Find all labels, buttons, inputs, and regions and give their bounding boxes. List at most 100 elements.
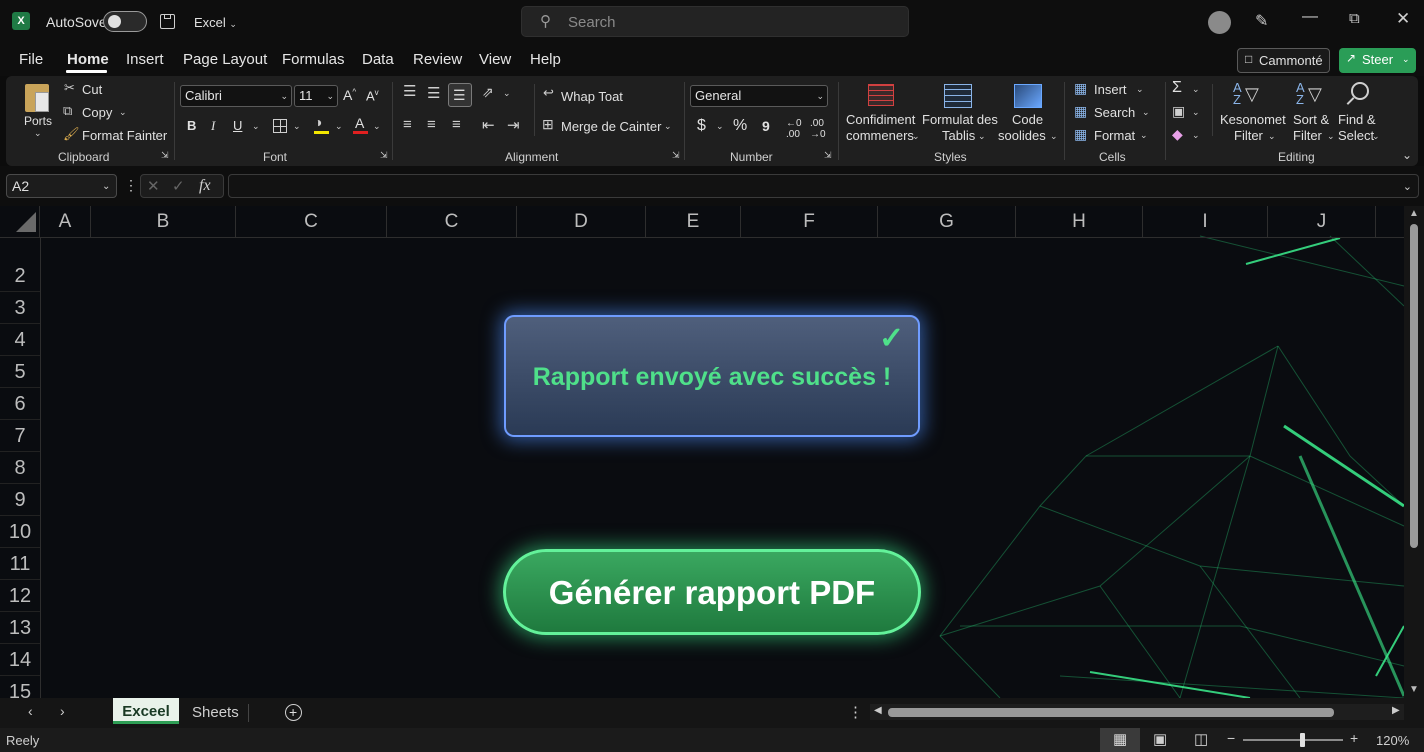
format-as-table-button[interactable]: Formulat des Tablis ⌄ bbox=[920, 80, 998, 146]
row-header-8[interactable]: 8 bbox=[0, 452, 40, 484]
zoom-slider-thumb[interactable] bbox=[1300, 733, 1305, 747]
currency-button[interactable]: $ bbox=[697, 117, 706, 135]
increase-decimal-icon[interactable]: ←0.00 bbox=[786, 118, 802, 140]
align-bottom-button[interactable]: ☰ bbox=[448, 83, 472, 107]
horizontal-scroll-thumb[interactable] bbox=[888, 708, 1334, 717]
zoom-in-icon[interactable]: + bbox=[1350, 730, 1358, 746]
fill-color-icon[interactable]: ◑ bbox=[314, 114, 322, 130]
menu-help[interactable]: Help bbox=[530, 51, 561, 68]
underline-button[interactable]: U bbox=[233, 118, 242, 133]
chevron-down-icon[interactable]: ⌄ bbox=[1136, 84, 1144, 95]
font-name-select[interactable]: Calibri ⌄ bbox=[180, 85, 292, 107]
cancel-entry-icon[interactable]: ✕ bbox=[147, 177, 160, 195]
chevron-down-icon[interactable]: ⌄ bbox=[293, 121, 301, 132]
row-header-5[interactable]: 5 bbox=[0, 356, 40, 388]
restore-icon[interactable]: ⧉ bbox=[1349, 10, 1360, 27]
menu-home[interactable]: Home bbox=[67, 51, 109, 68]
name-box[interactable]: A2 ⌄ bbox=[6, 174, 117, 198]
avatar[interactable] bbox=[1208, 11, 1231, 34]
column-header-c2[interactable]: C bbox=[387, 206, 517, 238]
column-header-j[interactable]: J bbox=[1268, 206, 1376, 238]
chevron-down-icon[interactable]: ⌄ bbox=[119, 107, 127, 118]
chevron-down-icon[interactable]: ⌄ bbox=[373, 121, 381, 132]
sort-filter-button-1[interactable]: AZ ▽ Kesonomet Filter ⌄ bbox=[1218, 80, 1286, 146]
comma-button[interactable]: 9 bbox=[762, 118, 770, 134]
share-button[interactable]: ↗ Steer ⌄ bbox=[1339, 48, 1416, 73]
italic-button[interactable]: I bbox=[211, 118, 215, 134]
fill-icon[interactable]: ▣ bbox=[1172, 103, 1185, 120]
wrap-text-icon[interactable]: ↩ bbox=[543, 85, 554, 101]
dialog-launcher-icon[interactable]: ⇲ bbox=[824, 150, 832, 161]
scroll-down-icon[interactable]: ▼ bbox=[1409, 684, 1419, 695]
column-header-a[interactable]: A bbox=[40, 206, 91, 238]
chevron-down-icon[interactable]: ⌄ bbox=[1192, 84, 1200, 95]
chevron-down-icon[interactable]: ⌄ bbox=[252, 121, 260, 132]
grow-font-icon[interactable]: A^ bbox=[343, 87, 356, 103]
column-header-f[interactable]: F bbox=[741, 206, 878, 238]
column-header-c[interactable]: C bbox=[236, 206, 387, 238]
chevron-down-icon[interactable]: ⌄ bbox=[503, 88, 511, 99]
delete-cells-button[interactable]: Search bbox=[1094, 105, 1135, 120]
chevron-down-icon[interactable]: ⌄ bbox=[1140, 130, 1148, 141]
borders-icon[interactable] bbox=[273, 119, 287, 133]
row-header-7[interactable]: 7 bbox=[0, 420, 40, 452]
bold-button[interactable]: B bbox=[187, 118, 196, 133]
scroll-right-icon[interactable]: ▶ bbox=[1392, 705, 1400, 716]
vertical-scrollbar[interactable]: ▲ ▼ bbox=[1404, 206, 1424, 698]
more-options-icon[interactable]: ⋮ bbox=[848, 703, 863, 721]
decrease-indent-icon[interactable]: ⇤ bbox=[482, 116, 495, 134]
column-header-h[interactable]: H bbox=[1016, 206, 1143, 238]
merge-center-icon[interactable]: ⊞ bbox=[542, 116, 554, 133]
format-painter-icon[interactable]: 🖌 bbox=[63, 126, 80, 142]
find-select-button[interactable]: Find & Select ⌄ bbox=[1334, 80, 1384, 146]
column-header-d[interactable]: D bbox=[517, 206, 646, 238]
chevron-down-icon[interactable]: ⌄ bbox=[1142, 107, 1150, 118]
cut-icon[interactable]: ✂ bbox=[64, 80, 75, 96]
format-cells-button[interactable]: Format bbox=[1094, 128, 1135, 143]
spreadsheet-grid[interactable]: A B C C D E F G H I J 2 3 4 5 6 7 8 9 10… bbox=[0, 206, 1424, 698]
select-all-corner[interactable] bbox=[0, 206, 40, 238]
menu-review[interactable]: Review bbox=[413, 51, 462, 68]
app-name-dropdown[interactable]: Excel ⌄ bbox=[194, 15, 237, 30]
font-color-icon[interactable]: A bbox=[355, 115, 364, 131]
zoom-out-icon[interactable]: − bbox=[1227, 730, 1235, 746]
column-header-b[interactable]: B bbox=[91, 206, 236, 238]
page-layout-view-icon[interactable]: ▣ bbox=[1153, 730, 1167, 748]
cell-styles-button[interactable]: Code soolides ⌄ bbox=[998, 80, 1058, 146]
copy-icon[interactable]: ⧉ bbox=[63, 103, 72, 119]
sheet-tab[interactable]: Sheets bbox=[192, 704, 239, 721]
scroll-left-icon[interactable]: ◀ bbox=[874, 705, 882, 716]
horizontal-scrollbar[interactable]: ◀ ▶ bbox=[870, 704, 1404, 720]
paste-button[interactable]: Ports ⌄ bbox=[20, 82, 54, 142]
column-header-i[interactable]: I bbox=[1143, 206, 1268, 238]
menu-formulas[interactable]: Formulas bbox=[282, 51, 345, 68]
clear-eraser-icon[interactable]: ◆ bbox=[1172, 126, 1183, 143]
menu-page-layout[interactable]: Page Layout bbox=[183, 51, 267, 68]
confirm-entry-icon[interactable]: ✓ bbox=[172, 177, 185, 195]
menu-view[interactable]: View bbox=[479, 51, 511, 68]
comments-button[interactable]: □ Cammonté bbox=[1237, 48, 1330, 73]
chevron-down-icon[interactable]: ⌄ bbox=[335, 121, 343, 132]
page-break-view-icon[interactable]: ◫ bbox=[1194, 730, 1208, 748]
add-sheet-button[interactable]: + bbox=[285, 704, 302, 721]
align-top-icon[interactable]: ☰ bbox=[403, 82, 416, 100]
row-header-11[interactable]: 11 bbox=[0, 548, 40, 580]
autosum-icon[interactable]: Σ bbox=[1172, 79, 1182, 97]
chevron-down-icon[interactable]: ⌄ bbox=[1192, 130, 1200, 141]
column-header-e[interactable]: E bbox=[646, 206, 741, 238]
increase-indent-icon[interactable]: ⇥ bbox=[507, 116, 520, 134]
row-header-2[interactable]: 2 bbox=[0, 260, 40, 292]
menu-file[interactable]: File bbox=[19, 51, 43, 68]
chevron-down-icon[interactable]: ⌄ bbox=[716, 121, 724, 132]
percent-button[interactable]: % bbox=[733, 117, 747, 135]
collapse-ribbon-icon[interactable]: ⌄ bbox=[1402, 148, 1412, 162]
align-center-icon[interactable]: ≡ bbox=[427, 116, 436, 133]
normal-view-button[interactable]: ▦ bbox=[1100, 728, 1140, 752]
decrease-decimal-icon[interactable]: .00 →0 bbox=[810, 118, 826, 140]
minimize-icon[interactable]: — bbox=[1302, 8, 1318, 26]
sheet-tab-active[interactable]: Exceel bbox=[113, 698, 179, 724]
font-size-select[interactable]: 11 ⌄ bbox=[294, 85, 338, 107]
row-header-10[interactable]: 10 bbox=[0, 516, 40, 548]
more-options-icon[interactable]: ⋮ bbox=[124, 177, 138, 194]
row-header-9[interactable]: 9 bbox=[0, 484, 40, 516]
